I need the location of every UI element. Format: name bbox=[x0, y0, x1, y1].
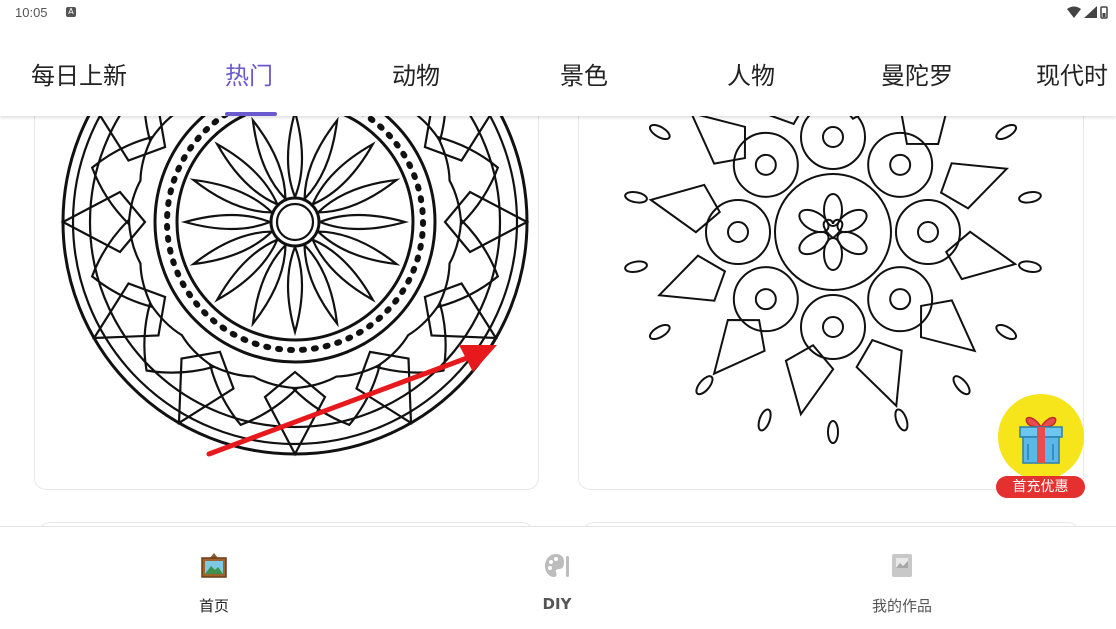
nav-home[interactable]: 首页 bbox=[114, 527, 314, 627]
status-time: 10:05 bbox=[15, 5, 48, 20]
tab-mandala[interactable]: 曼陀罗 bbox=[881, 56, 953, 91]
first-recharge-promo[interactable]: 首充优惠 bbox=[996, 394, 1086, 502]
artwork-grid bbox=[0, 116, 1116, 526]
nav-my-works[interactable]: 我的作品 bbox=[802, 527, 1002, 627]
nav-diy-label: DIY bbox=[542, 595, 572, 613]
artwork-folder-icon bbox=[892, 554, 912, 577]
nav-diy[interactable]: DIY bbox=[457, 527, 657, 627]
status-icons bbox=[1067, 5, 1108, 19]
nav-home-label: 首页 bbox=[198, 597, 229, 615]
notification-icon: A bbox=[66, 7, 76, 17]
artwork-card-1[interactable] bbox=[34, 116, 539, 490]
promo-circle bbox=[998, 394, 1084, 480]
palette-icon bbox=[545, 554, 569, 577]
gift-box-icon bbox=[1019, 416, 1063, 464]
tab-animals[interactable]: 动物 bbox=[392, 56, 440, 91]
battery-icon bbox=[1100, 5, 1108, 19]
tab-people[interactable]: 人物 bbox=[727, 56, 775, 91]
tab-popular[interactable]: 热门 bbox=[225, 56, 273, 91]
promo-badge: 首充优惠 bbox=[996, 476, 1085, 498]
tab-daily-new[interactable]: 每日上新 bbox=[31, 56, 127, 91]
tab-active-indicator bbox=[225, 112, 277, 116]
nav-my-works-label: 我的作品 bbox=[871, 597, 932, 615]
tab-modern[interactable]: 现代时 bbox=[1036, 56, 1108, 91]
tab-scenery[interactable]: 景色 bbox=[560, 56, 608, 91]
wifi-icon bbox=[1067, 6, 1081, 18]
bottom-navigation: 首页 DIY 我的作品 bbox=[0, 526, 1116, 629]
category-tab-bar: 每日上新 热门 动物 景色 人物 曼陀罗 现代时 bbox=[0, 26, 1116, 116]
mandala-flower-icon bbox=[60, 116, 530, 457]
status-bar: 10:05 A bbox=[0, 0, 1116, 26]
signal-icon bbox=[1084, 6, 1097, 18]
framed-picture-icon bbox=[201, 553, 227, 578]
annotation-arrow bbox=[206, 345, 497, 457]
